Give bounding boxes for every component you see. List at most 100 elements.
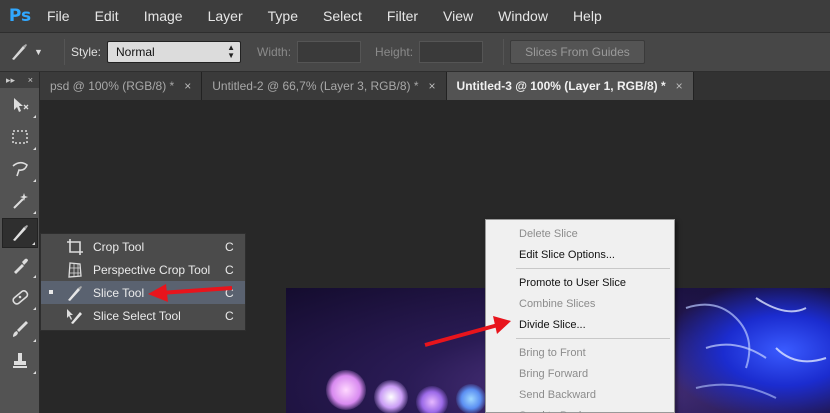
tool-preset-picker[interactable]: ▼ <box>8 37 58 67</box>
close-icon[interactable]: × <box>28 75 33 85</box>
bokeh-light <box>374 380 408 413</box>
tab-untitled-2[interactable]: Untitled-2 @ 66,7% (Layer 3, RGB/8) * × <box>202 72 447 100</box>
menu-bar: Ps File Edit Image Layer Type Select Fil… <box>0 0 830 32</box>
options-divider <box>64 39 65 65</box>
flyout-shortcut: C <box>225 308 234 323</box>
width-label: Width: <box>257 45 292 59</box>
flyout-crop-tool[interactable]: Crop Tool C <box>41 235 245 258</box>
close-icon[interactable]: × <box>184 79 191 93</box>
bokeh-light <box>416 386 448 413</box>
menu-edit[interactable]: Edit <box>95 8 119 24</box>
slices-from-guides-button[interactable]: Slices From Guides <box>510 40 645 64</box>
menu-view[interactable]: View <box>443 8 473 24</box>
height-label: Height: <box>375 45 414 59</box>
crop-icon <box>67 238 83 255</box>
close-icon[interactable]: × <box>676 79 683 93</box>
slice-context-menu: Delete Slice Edit Slice Options... Promo… <box>485 219 675 413</box>
tab-document-1[interactable]: psd @ 100% (RGB/8) * × <box>40 72 203 100</box>
stamp-icon <box>13 353 27 368</box>
perspective-crop-icon <box>68 261 82 278</box>
tool-healing-brush[interactable] <box>2 282 38 312</box>
height-field[interactable] <box>419 41 484 63</box>
menu-filter[interactable]: Filter <box>387 8 418 24</box>
eyedropper-icon <box>14 258 28 274</box>
options-divider <box>503 39 505 65</box>
slice-icon <box>12 44 27 60</box>
tool-brush[interactable] <box>2 314 38 344</box>
tool-group-indicator <box>33 275 36 278</box>
tool-magic-wand[interactable] <box>2 186 38 216</box>
ctx-delete-slice[interactable]: Delete Slice <box>486 223 674 244</box>
tool-group-indicator <box>33 339 36 342</box>
tool-group-indicator <box>33 115 36 118</box>
menu-separator <box>516 338 670 339</box>
selected-bullet-icon <box>49 290 53 294</box>
width-field[interactable] <box>297 41 362 63</box>
ctx-edit-slice-options[interactable]: Edit Slice Options... <box>486 244 674 265</box>
flyout-item-label: Slice Select Tool <box>93 308 181 323</box>
tool-group-indicator <box>33 147 36 150</box>
menu-type[interactable]: Type <box>268 8 298 24</box>
tool-group-indicator <box>33 211 36 214</box>
ctx-send-to-back[interactable]: Send to Back <box>486 405 674 413</box>
slice-select-icon <box>67 308 82 324</box>
crop-tool-flyout: Crop Tool C Perspective Crop Tool C Slic… <box>40 233 246 331</box>
lasso-icon <box>12 161 28 177</box>
ctx-bring-forward[interactable]: Bring Forward <box>486 363 674 384</box>
tab-label: Untitled-3 @ 100% (Layer 1, RGB/8) * <box>456 79 666 93</box>
tiger-stripes <box>685 297 827 399</box>
tool-marquee[interactable] <box>2 122 38 152</box>
flyout-shortcut: C <box>225 285 234 300</box>
menu-file[interactable]: File <box>47 8 70 24</box>
tab-untitled-3[interactable]: Untitled-3 @ 100% (Layer 1, RGB/8) * × <box>446 72 694 100</box>
menu-select[interactable]: Select <box>323 8 362 24</box>
brush-icon <box>13 321 28 337</box>
tool-group-indicator <box>33 307 36 310</box>
tool-eyedropper[interactable] <box>2 250 38 280</box>
document-tab-bar: psd @ 100% (RGB/8) * × Untitled-2 @ 66,7… <box>40 72 830 100</box>
ctx-combine-slices[interactable]: Combine Slices <box>486 293 674 314</box>
move-icon <box>14 98 29 112</box>
ctx-bring-to-front[interactable]: Bring to Front <box>486 342 674 363</box>
healing-brush-icon <box>12 289 29 305</box>
menu-image[interactable]: Image <box>144 8 183 24</box>
tab-label: psd @ 100% (RGB/8) * <box>50 79 175 93</box>
menu-window[interactable]: Window <box>498 8 548 24</box>
flyout-shortcut: C <box>225 239 234 254</box>
menu-help[interactable]: Help <box>573 8 602 24</box>
tool-stamp[interactable] <box>2 346 38 376</box>
tool-group-indicator <box>33 179 36 182</box>
flyout-item-label: Crop Tool <box>93 239 145 254</box>
tool-move[interactable] <box>2 90 38 120</box>
flyout-slice-tool[interactable]: Slice Tool C <box>41 281 245 304</box>
tool-lasso[interactable] <box>2 154 38 184</box>
panel-header: ▸▸ × <box>0 72 39 88</box>
tab-label: Untitled-2 @ 66,7% (Layer 3, RGB/8) * <box>212 79 419 93</box>
options-bar: ▼ Style: Normal ▲ ▼ Width: Height: Slices… <box>0 32 830 72</box>
bokeh-light <box>326 370 366 410</box>
flyout-shortcut: C <box>225 262 234 277</box>
flyout-slice-select-tool[interactable]: Slice Select Tool C <box>41 304 245 327</box>
tools-panel: ▸▸ × <box>0 72 40 413</box>
style-select[interactable]: Normal ▲ ▼ <box>107 41 242 63</box>
style-label: Style: <box>71 45 102 59</box>
updown-arrows-icon: ▲ ▼ <box>227 43 236 60</box>
photoshop-logo: Ps <box>8 6 32 26</box>
slice-icon <box>68 285 82 301</box>
flyout-item-label: Slice Tool <box>93 285 145 300</box>
menu-separator <box>516 268 670 269</box>
marquee-icon <box>12 130 28 144</box>
flyout-perspective-crop-tool[interactable]: Perspective Crop Tool C <box>41 258 245 281</box>
ctx-send-backward[interactable]: Send Backward <box>486 384 674 405</box>
style-value: Normal <box>116 45 155 59</box>
close-icon[interactable]: × <box>429 79 436 93</box>
tool-slice[interactable] <box>2 218 38 248</box>
ctx-divide-slice[interactable]: Divide Slice... <box>486 314 674 335</box>
collapse-icon[interactable]: ▸▸ <box>6 75 15 86</box>
ctx-promote-to-user-slice[interactable]: Promote to User Slice <box>486 272 674 293</box>
flyout-item-label: Perspective Crop Tool <box>93 262 211 277</box>
bokeh-light <box>456 384 486 413</box>
magic-wand-icon <box>13 193 28 209</box>
menu-layer[interactable]: Layer <box>208 8 243 24</box>
slice-icon <box>13 225 28 241</box>
